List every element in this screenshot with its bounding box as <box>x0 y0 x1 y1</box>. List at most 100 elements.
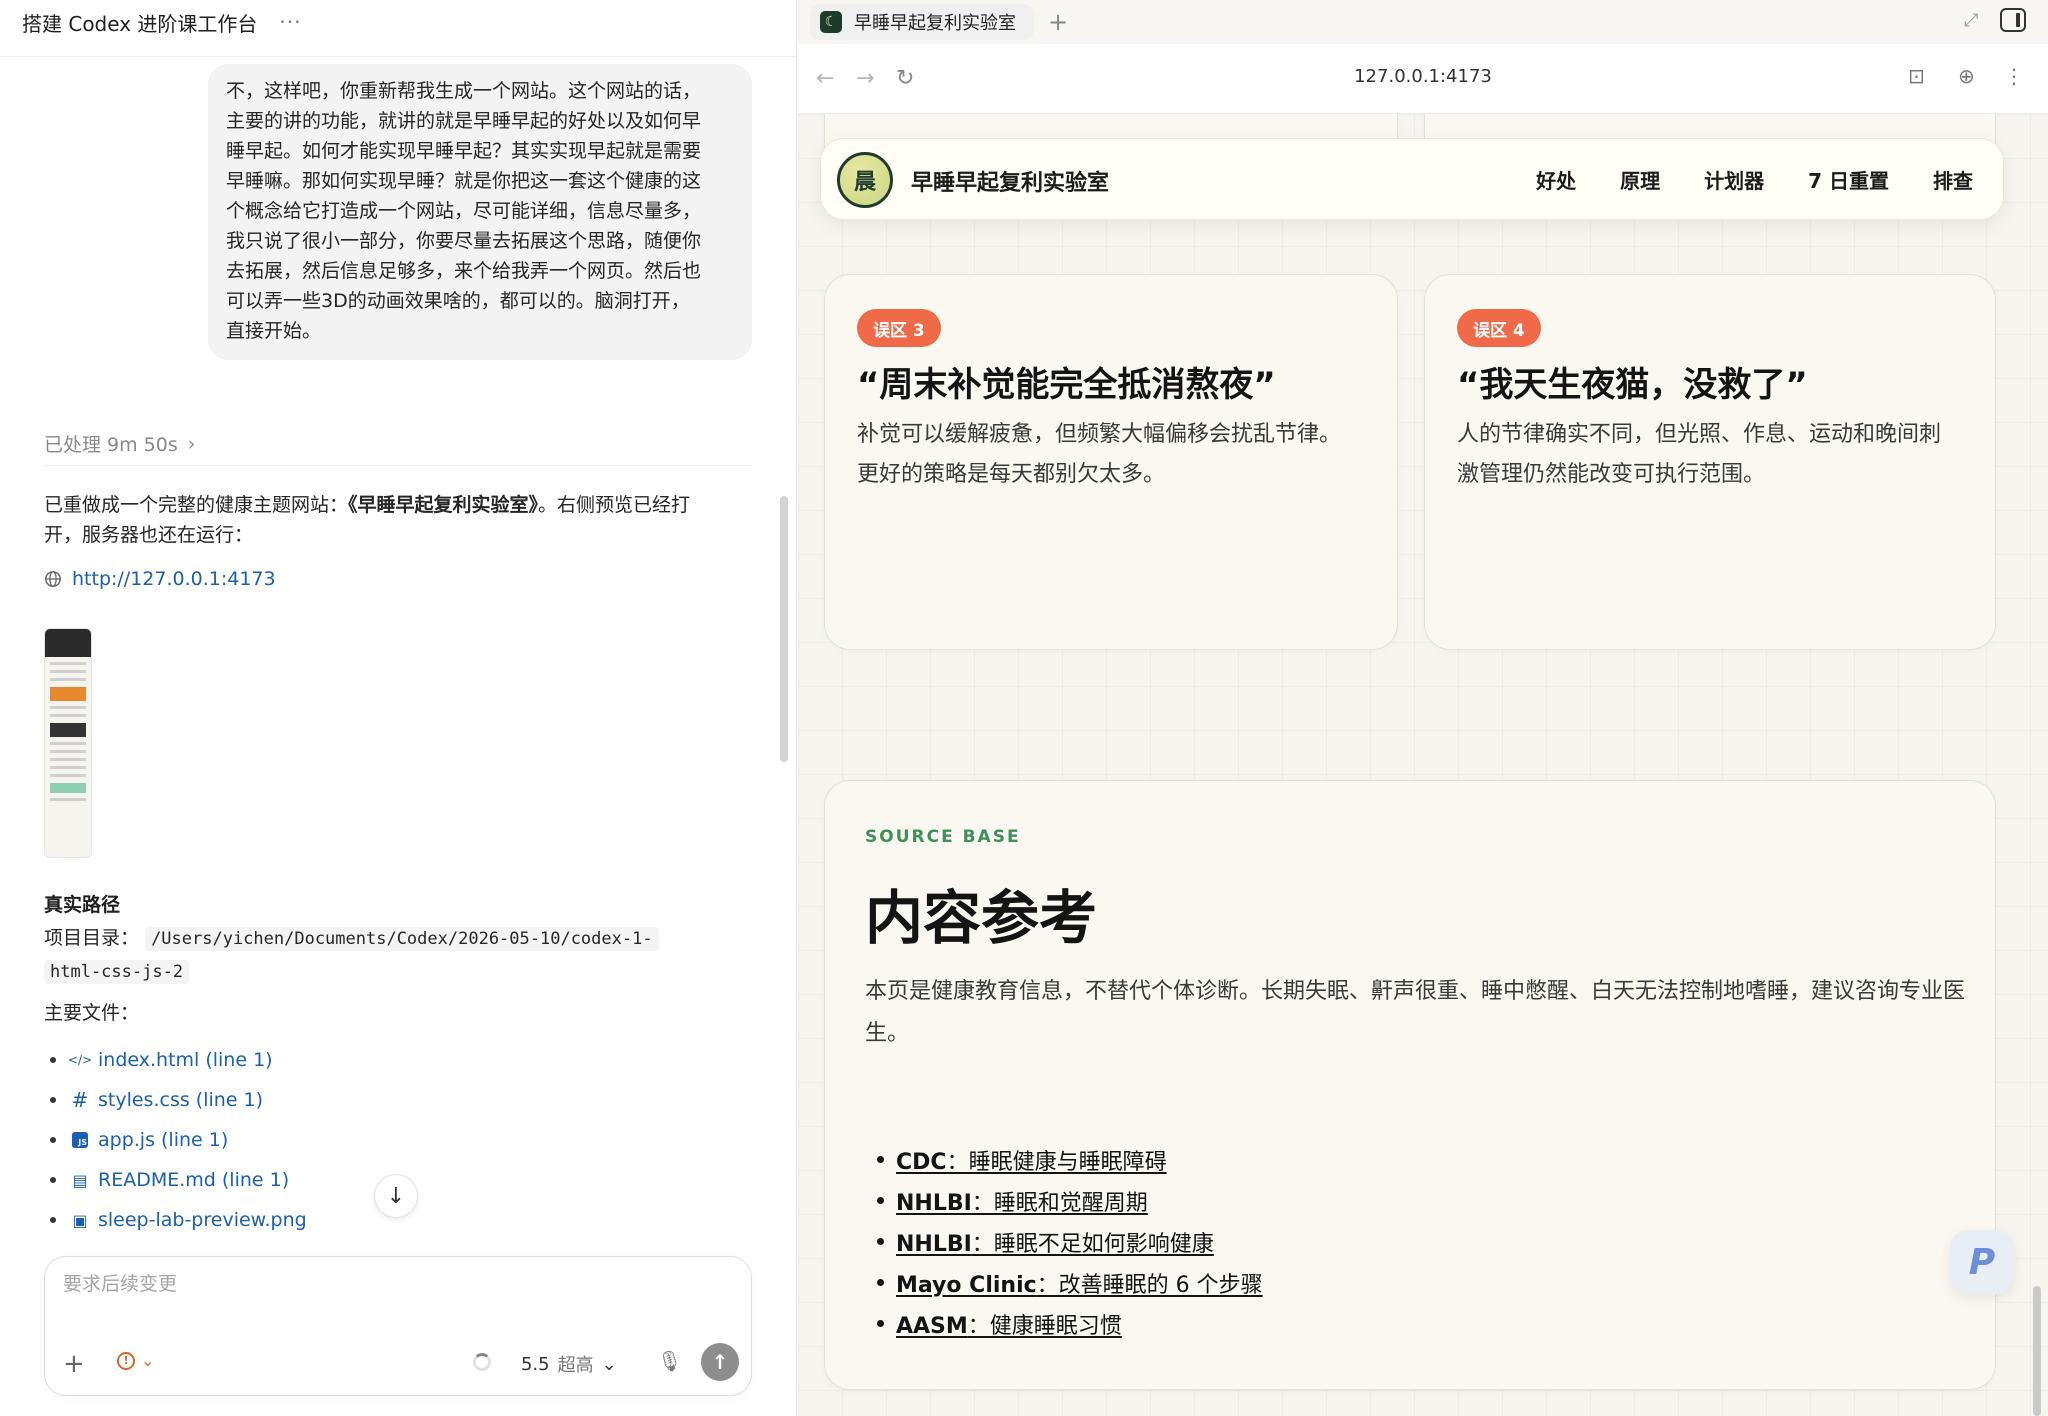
reference-item: CDC：睡眠健康与睡眠障碍 <box>877 1139 1263 1180</box>
browser-tab[interactable]: ☾ 早睡早起复利实验室 <box>810 4 1034 40</box>
composer: + !⌄ 5.5超高⌄ 🎙 ↑ <box>44 1256 752 1396</box>
reference-link[interactable]: AASM：健康睡眠习惯 <box>896 1308 1122 1340</box>
address-bar: ← → ↻ 127.0.0.1:4173 ⊡ ⊕ ⋮ <box>798 44 2048 114</box>
file-link[interactable]: index.html (line 1) <box>98 1049 273 1071</box>
site-brand[interactable]: 早睡早起复利实验室 <box>911 165 1109 197</box>
myth-title: “我天生夜猫，没救了” <box>1457 365 1808 405</box>
user-message-line: 不，这样吧，你重新帮我生成一个网站。这个网站的话， <box>226 80 702 102</box>
screenshot-icon[interactable]: ⊡ <box>1908 64 1925 88</box>
send-button[interactable]: ↑ <box>701 1343 739 1381</box>
thread-title[interactable]: 搭建 Codex 进阶课工作台 <box>22 8 257 37</box>
file-list: </> index.html (line 1) # styles.css (line… <box>44 1040 307 1240</box>
processed-summary[interactable]: 已处理 9m 50s › <box>44 430 195 457</box>
path-label: 项目目录： <box>44 927 140 949</box>
file-link[interactable]: styles.css (line 1) <box>98 1089 263 1111</box>
hash-icon: # <box>71 1088 89 1112</box>
file-item[interactable]: # styles.css (line 1) <box>44 1080 307 1120</box>
user-message-line: 个概念给它打造成一个网站，尽可能详细，信息尽量多， <box>226 200 702 222</box>
reference-item: NHLBI：睡眠不足如何影响健康 <box>877 1221 1263 1262</box>
scroll-to-bottom-button[interactable]: ↓ <box>374 1174 418 1218</box>
processed-divider <box>44 465 752 466</box>
user-message-bubble: 不，这样吧，你重新帮我生成一个网站。这个网站的话， 主要的讲的功能，就讲的就是早… <box>208 64 752 360</box>
nav-link-planner[interactable]: 计划器 <box>1704 165 1764 194</box>
reference-link[interactable]: Mayo Clinic：改善睡眠的 6 个步骤 <box>896 1267 1263 1299</box>
nav-link-7day-reset[interactable]: 7 日重置 <box>1808 165 1889 194</box>
add-attachment-icon[interactable]: + <box>63 1349 85 1379</box>
path-section-title: 真实路径 <box>44 894 121 916</box>
arrow-down-icon: ↓ <box>386 1183 406 1209</box>
file-link[interactable]: app.js (line 1) <box>98 1129 228 1151</box>
reference-item: Mayo Clinic：改善睡眠的 6 个步骤 <box>877 1262 1263 1303</box>
myth-body: 补觉可以缓解疲惫，但频繁大幅偏移会扰乱节律。更好的策略是每天都别欠太多。 <box>857 422 1342 487</box>
code-icon: </> <box>67 1053 93 1067</box>
user-message-line: 睡早起。如何才能实现早睡早起？其实实现早起就是需要 <box>226 140 702 162</box>
file-link[interactable]: README.md (line 1) <box>98 1169 289 1191</box>
chevron-down-icon: ⌄ <box>141 1351 155 1370</box>
more-vertical-icon[interactable]: ⋮ <box>2004 64 2024 88</box>
file-item[interactable]: JS app.js (line 1) <box>44 1120 307 1160</box>
source-section: SOURCE BASE 内容参考 本页是健康教育信息，不替代个体诊断。长期失眠、… <box>824 780 1996 1390</box>
site-logo[interactable]: 晨 <box>837 152 893 208</box>
path-value: /Users/yichen/Documents/Codex/2026-05-10… <box>145 927 659 951</box>
user-message-line: 我只说了很小一部分，你要尽量去拓展这个思路，随便你 <box>226 230 702 252</box>
project-directory: 项目目录： /Users/yichen/Documents/Codex/2026… <box>44 922 764 988</box>
server-link-text[interactable]: http://127.0.0.1:4173 <box>72 568 276 590</box>
nav-link-troubleshoot[interactable]: 排查 <box>1933 165 1973 194</box>
preview-thumbnail[interactable] <box>44 628 92 858</box>
add-annotation-icon[interactable]: ⊕ <box>1958 64 1975 88</box>
server-link[interactable]: http://127.0.0.1:4173 <box>44 568 276 590</box>
reference-item: NHLBI：睡眠和觉醒周期 <box>877 1180 1263 1221</box>
user-message-line: 主要的讲的功能，就讲的就是早睡早起的好处以及如何早 <box>226 110 702 132</box>
loading-spinner-icon <box>473 1353 491 1371</box>
chevron-right-icon: › <box>187 432 196 455</box>
section-title: 内容参考 <box>865 884 1098 952</box>
model-selector[interactable]: 5.5 超高 ⌄ <box>521 1351 617 1377</box>
user-message-line: 去拓展，然后信息足够多，来个给我弄一个网页。然后也 <box>226 260 702 282</box>
reference-link[interactable]: NHLBI：睡眠和觉醒周期 <box>896 1185 1148 1217</box>
globe-icon <box>45 571 61 587</box>
expand-icon[interactable]: ⤢ <box>1964 10 1978 31</box>
chat-header: 搭建 Codex 进阶课工作台 ··· <box>0 0 796 44</box>
myth-badge: 误区 3 <box>857 309 941 347</box>
myth-badge: 误区 4 <box>1457 309 1541 347</box>
site-navbar: 晨 早睡早起复利实验室 好处 原理 计划器 7 日重置 排查 <box>820 138 2004 220</box>
site-nav-links: 好处 原理 计划器 7 日重置 排查 <box>1514 165 1995 194</box>
reference-link[interactable]: CDC：睡眠健康与睡眠障碍 <box>896 1144 1167 1176</box>
myth-title: “周末补觉能完全抵消熬夜” <box>857 365 1276 405</box>
user-message-line: 可以弄一些3D的动画效果啥的，都可以的。脑洞打开， <box>226 290 690 312</box>
browser-pane: ☾ 早睡早起复利实验室 + ⤢ ← → ↻ 127.0.0.1:4173 ⊡ ⊕… <box>798 0 2048 1416</box>
nav-link-benefits[interactable]: 好处 <box>1536 165 1576 194</box>
section-kicker: SOURCE BASE <box>865 827 1021 847</box>
new-tab-icon[interactable]: + <box>1048 8 1068 36</box>
user-message-line: 早睡嘛。那如何实现早睡？就是你把这一套这个健康的这 <box>226 170 702 192</box>
model-name: 5.5 <box>521 1353 550 1375</box>
tab-title: 早睡早起复利实验室 <box>854 13 1016 34</box>
myth-card: 误区 4 “我天生夜猫，没救了” 人的节律确实不同，但光照、作息、运动和晚间刺激… <box>1424 274 1996 650</box>
assistant-reply: 已重做成一个完整的健康主题网站：《早睡早起复利实验室》。右侧预览已经打 开，服务… <box>44 490 744 550</box>
url-field[interactable]: 127.0.0.1:4173 <box>798 66 2048 87</box>
user-message-line: 直接开始。 <box>226 320 322 342</box>
page-scrollbar[interactable] <box>2033 1286 2041 1416</box>
microphone-icon[interactable]: 🎙 <box>657 1349 682 1373</box>
nav-link-principles[interactable]: 原理 <box>1620 165 1660 194</box>
reference-link[interactable]: NHLBI：睡眠不足如何影响健康 <box>896 1226 1214 1258</box>
document-icon: ▤ <box>72 1170 88 1190</box>
floating-p-button[interactable]: P <box>1950 1230 2014 1294</box>
chevron-down-icon: ⌄ <box>601 1353 617 1375</box>
file-link[interactable]: sleep-lab-preview.png <box>98 1209 307 1231</box>
reference-item: AASM：健康睡眠习惯 <box>877 1303 1263 1344</box>
toggle-sidebar-icon[interactable] <box>2000 8 2026 32</box>
reply-site-name: 《早睡早起复利实验室》 <box>348 494 539 516</box>
file-item[interactable]: </> index.html (line 1) <box>44 1040 307 1080</box>
composer-input[interactable] <box>63 1273 723 1295</box>
more-options-icon[interactable]: ··· <box>279 10 301 34</box>
reply-suffix: 。右侧预览已经打 <box>538 494 691 516</box>
permission-selector[interactable]: ! ⌄ <box>117 1351 154 1370</box>
moon-favicon-icon: ☾ <box>820 11 842 33</box>
chat-scrollbar[interactable] <box>780 496 788 762</box>
header-divider <box>0 56 796 57</box>
file-item[interactable]: ▤ README.md (line 1) <box>44 1160 307 1200</box>
reasoning-effort: 超高 <box>557 1355 594 1376</box>
warning-icon: ! <box>117 1351 135 1370</box>
file-item[interactable]: ▣ sleep-lab-preview.png <box>44 1200 307 1240</box>
